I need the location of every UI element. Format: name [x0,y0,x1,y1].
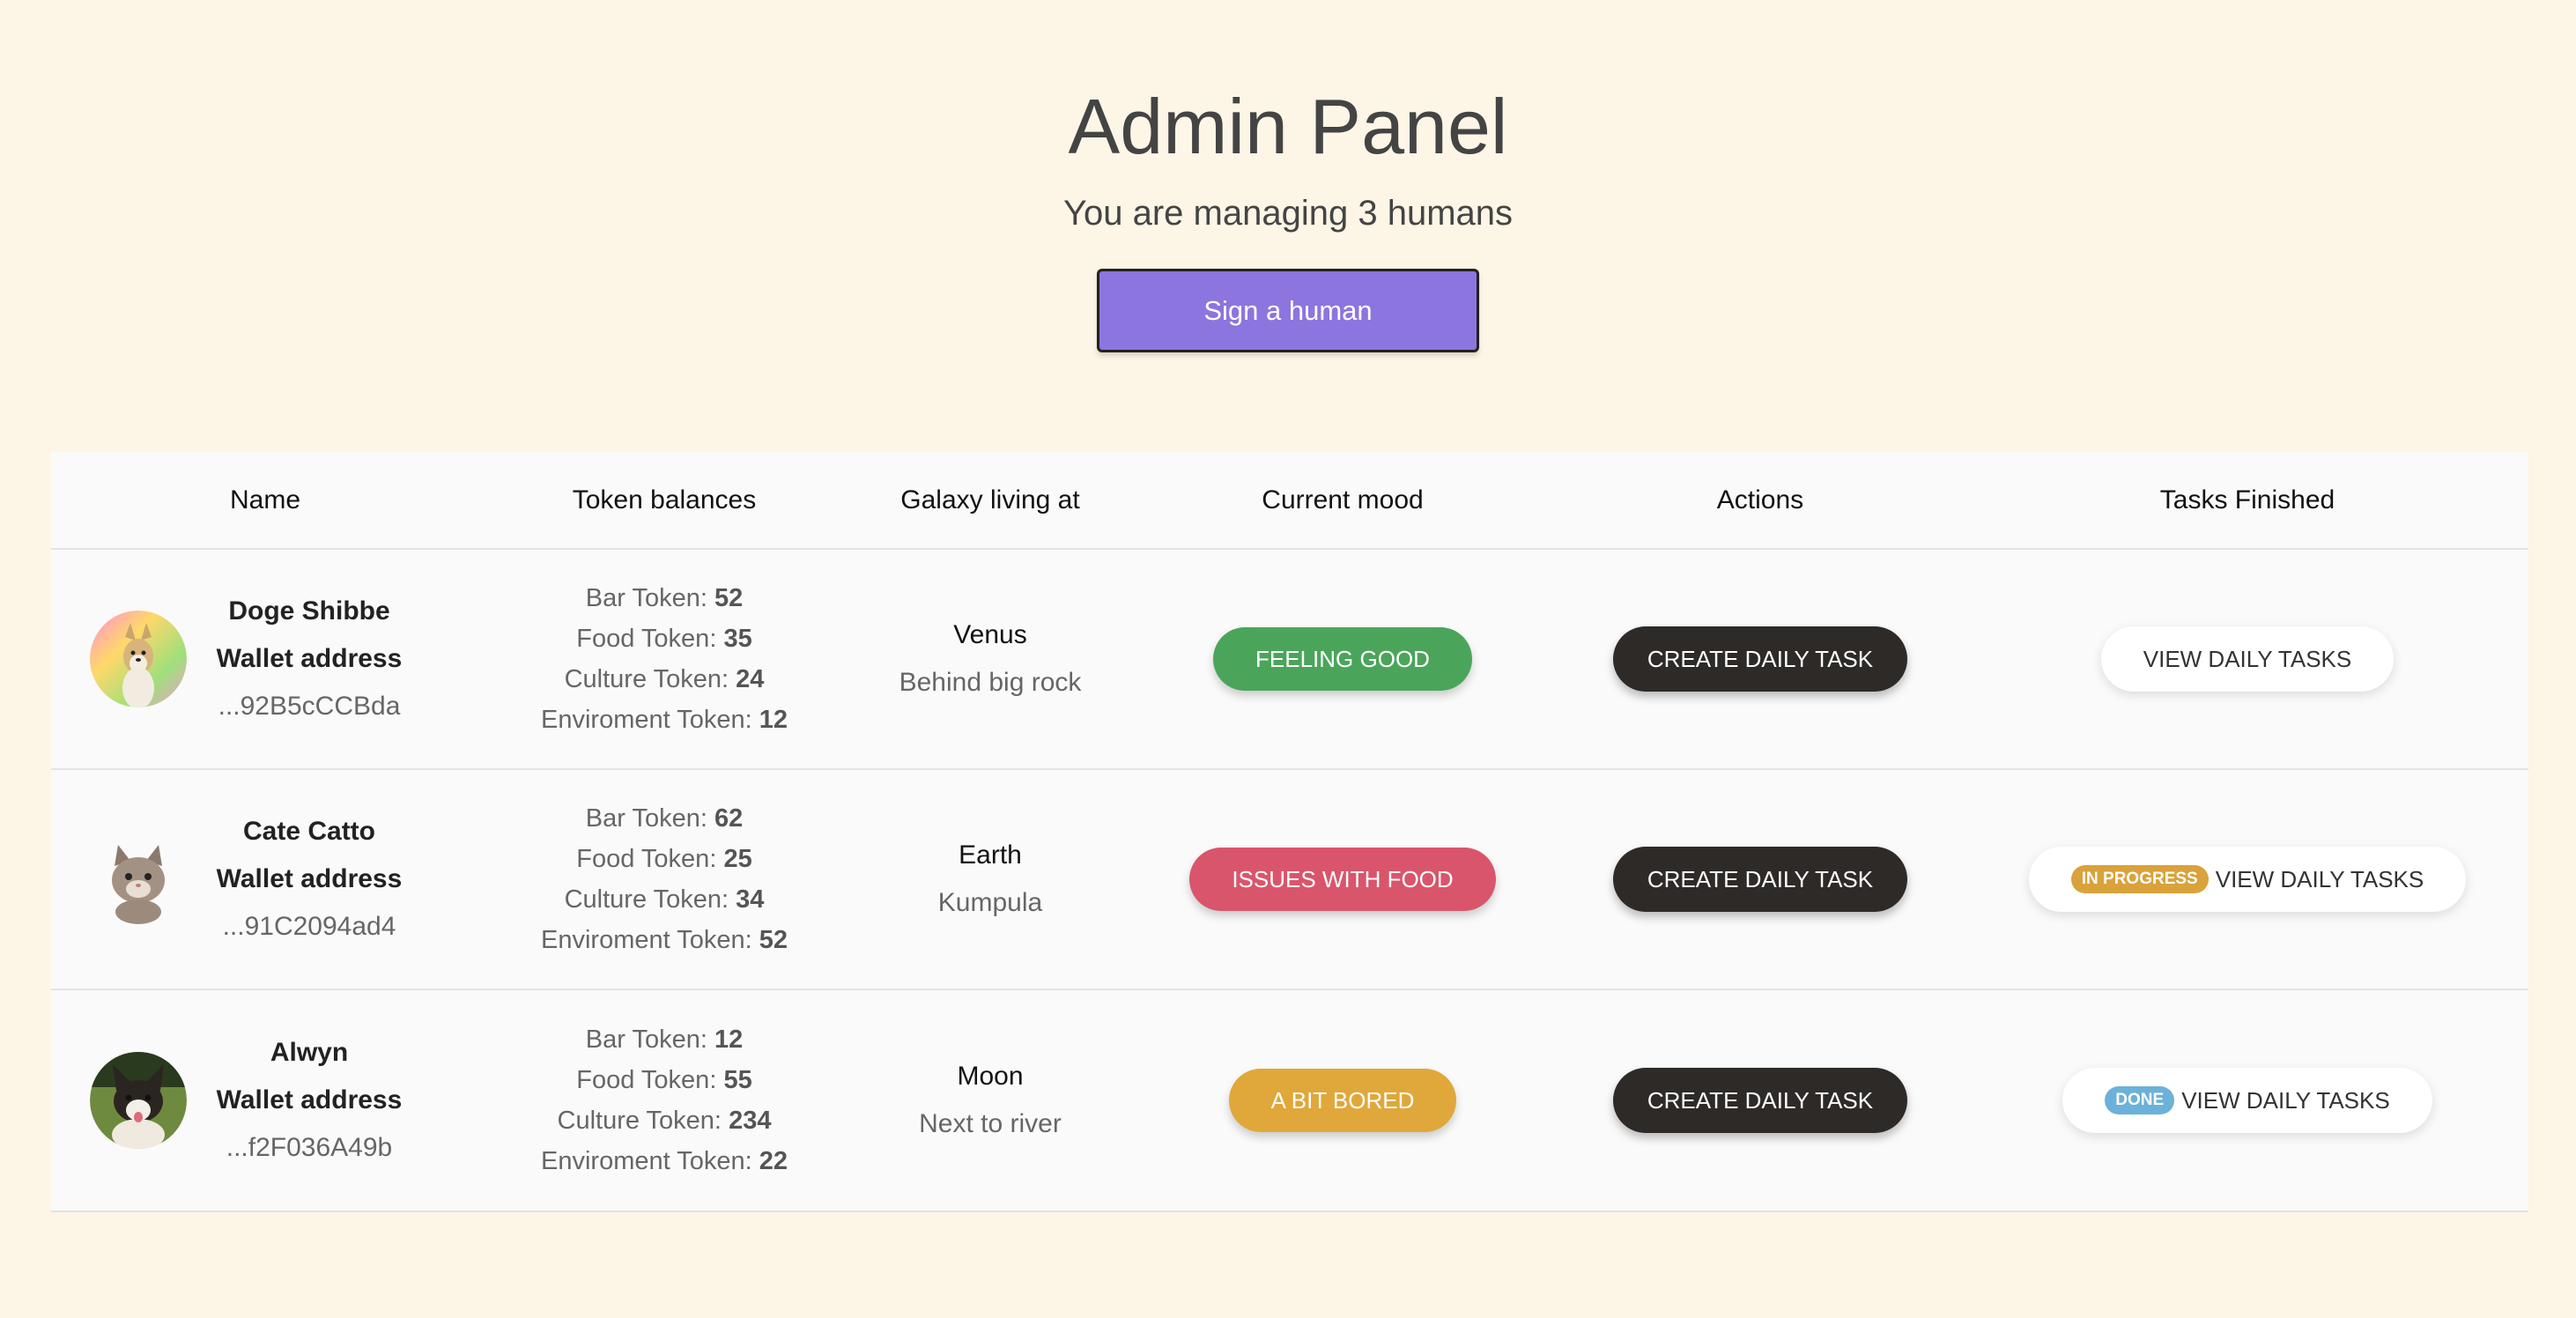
human-name: Cate Catto [242,817,375,846]
environment-token: Enviroment Token: 12 [541,706,788,734]
wallet-label: Wallet address [216,864,403,893]
name-cell: Alwyn Wallet address ...f2F036A49b [51,1029,479,1172]
food-token: Food Token: 35 [576,625,752,653]
location-name: Behind big rock [899,668,1082,697]
view-daily-tasks-label: VIEW DAILY TASKS [2143,646,2352,672]
create-daily-task-button[interactable]: CREATE DAILY TASK [1613,847,1907,912]
environment-token: Enviroment Token: 52 [541,926,788,954]
create-daily-task-button[interactable]: CREATE DAILY TASK [1613,626,1907,692]
column-header-name: Name [229,485,301,515]
food-token: Food Token: 25 [576,845,752,873]
wallet-address: ...f2F036A49b [226,1133,393,1162]
create-daily-task-button[interactable]: CREATE DAILY TASK [1613,1068,1907,1133]
bar-token: Bar Token: 12 [585,1026,744,1054]
view-daily-tasks-button[interactable]: DONE VIEW DAILY TASKS [2062,1068,2432,1133]
column-header-tokens: Token balances [572,485,757,515]
view-daily-tasks-label: VIEW DAILY TASKS [2215,866,2424,892]
token-balances: Bar Token: 12 Food Token: 55 Culture Tok… [479,1019,849,1181]
table-row: Cate Catto Wallet address ...91C2094ad4 … [51,770,2528,990]
culture-token: Culture Token: 234 [557,1107,772,1135]
culture-token: Culture Token: 34 [564,885,765,914]
table-row: Alwyn Wallet address ...f2F036A49b Bar T… [51,990,2528,1211]
mood-badge: ISSUES WITH FOOD [1189,848,1496,911]
planet-name: Earth [959,840,1022,870]
corgi-avatar-icon [90,1052,187,1149]
column-header-mood: Current mood [1262,485,1424,515]
galaxy-cell: Moon Next to river [849,1053,1131,1148]
table-row: Doge Shibbe Wallet address ...92B5cCCBda… [51,550,2528,770]
done-badge: DONE [2105,1086,2175,1114]
culture-token: Culture Token: 24 [564,665,765,693]
view-daily-tasks-button[interactable]: VIEW DAILY TASKS [2100,626,2395,692]
page-title: Admin Panel [1068,83,1508,170]
dog-avatar-icon [90,611,187,707]
avatar [90,831,187,928]
bar-token: Bar Token: 52 [585,584,744,612]
mood-badge: FEELING GOOD [1213,627,1472,691]
location-name: Next to river [919,1109,1062,1138]
wallet-address: ...91C2094ad4 [222,912,396,941]
wallet-label: Wallet address [216,644,403,673]
token-balances: Bar Token: 52 Food Token: 35 Culture Tok… [479,578,849,740]
sign-human-button[interactable]: Sign a human [1097,269,1479,352]
column-header-galaxy: Galaxy living at [900,485,1080,515]
planet-name: Venus [953,620,1027,649]
avatar [90,1052,187,1149]
page-header: Admin Panel You are managing 3 humans Si… [0,0,2576,352]
managing-count-text: You are managing 3 humans [1063,194,1513,233]
column-header-tasks: Tasks Finished [2159,485,2335,515]
food-token: Food Token: 55 [576,1066,752,1094]
galaxy-cell: Venus Behind big rock [849,611,1131,707]
mood-badge: A BIT BORED [1228,1069,1457,1132]
galaxy-cell: Earth Kumpula [849,832,1131,927]
view-daily-tasks-button[interactable]: IN PROGRESS VIEW DAILY TASKS [2028,847,2467,912]
location-name: Kumpula [937,888,1043,917]
avatar [90,611,187,707]
name-cell: Doge Shibbe Wallet address ...92B5cCCBda [51,588,479,730]
human-name: Alwyn [270,1038,349,1067]
table-header: Name Token balances Galaxy living at Cur… [51,452,2528,550]
wallet-label: Wallet address [216,1085,403,1114]
cat-avatar-icon [90,831,187,928]
environment-token: Enviroment Token: 22 [541,1147,788,1175]
in-progress-badge: IN PROGRESS [2070,865,2209,893]
view-daily-tasks-label: VIEW DAILY TASKS [2181,1087,2390,1114]
planet-name: Moon [957,1062,1024,1091]
human-name: Doge Shibbe [228,596,390,626]
token-balances: Bar Token: 62 Food Token: 25 Culture Tok… [479,798,849,960]
wallet-address: ...92B5cCCBda [218,692,401,721]
bar-token: Bar Token: 62 [585,804,744,833]
humans-table: Name Token balances Galaxy living at Cur… [51,452,2528,1212]
name-cell: Cate Catto Wallet address ...91C2094ad4 [51,808,479,951]
column-header-actions: Actions [1716,485,1804,515]
